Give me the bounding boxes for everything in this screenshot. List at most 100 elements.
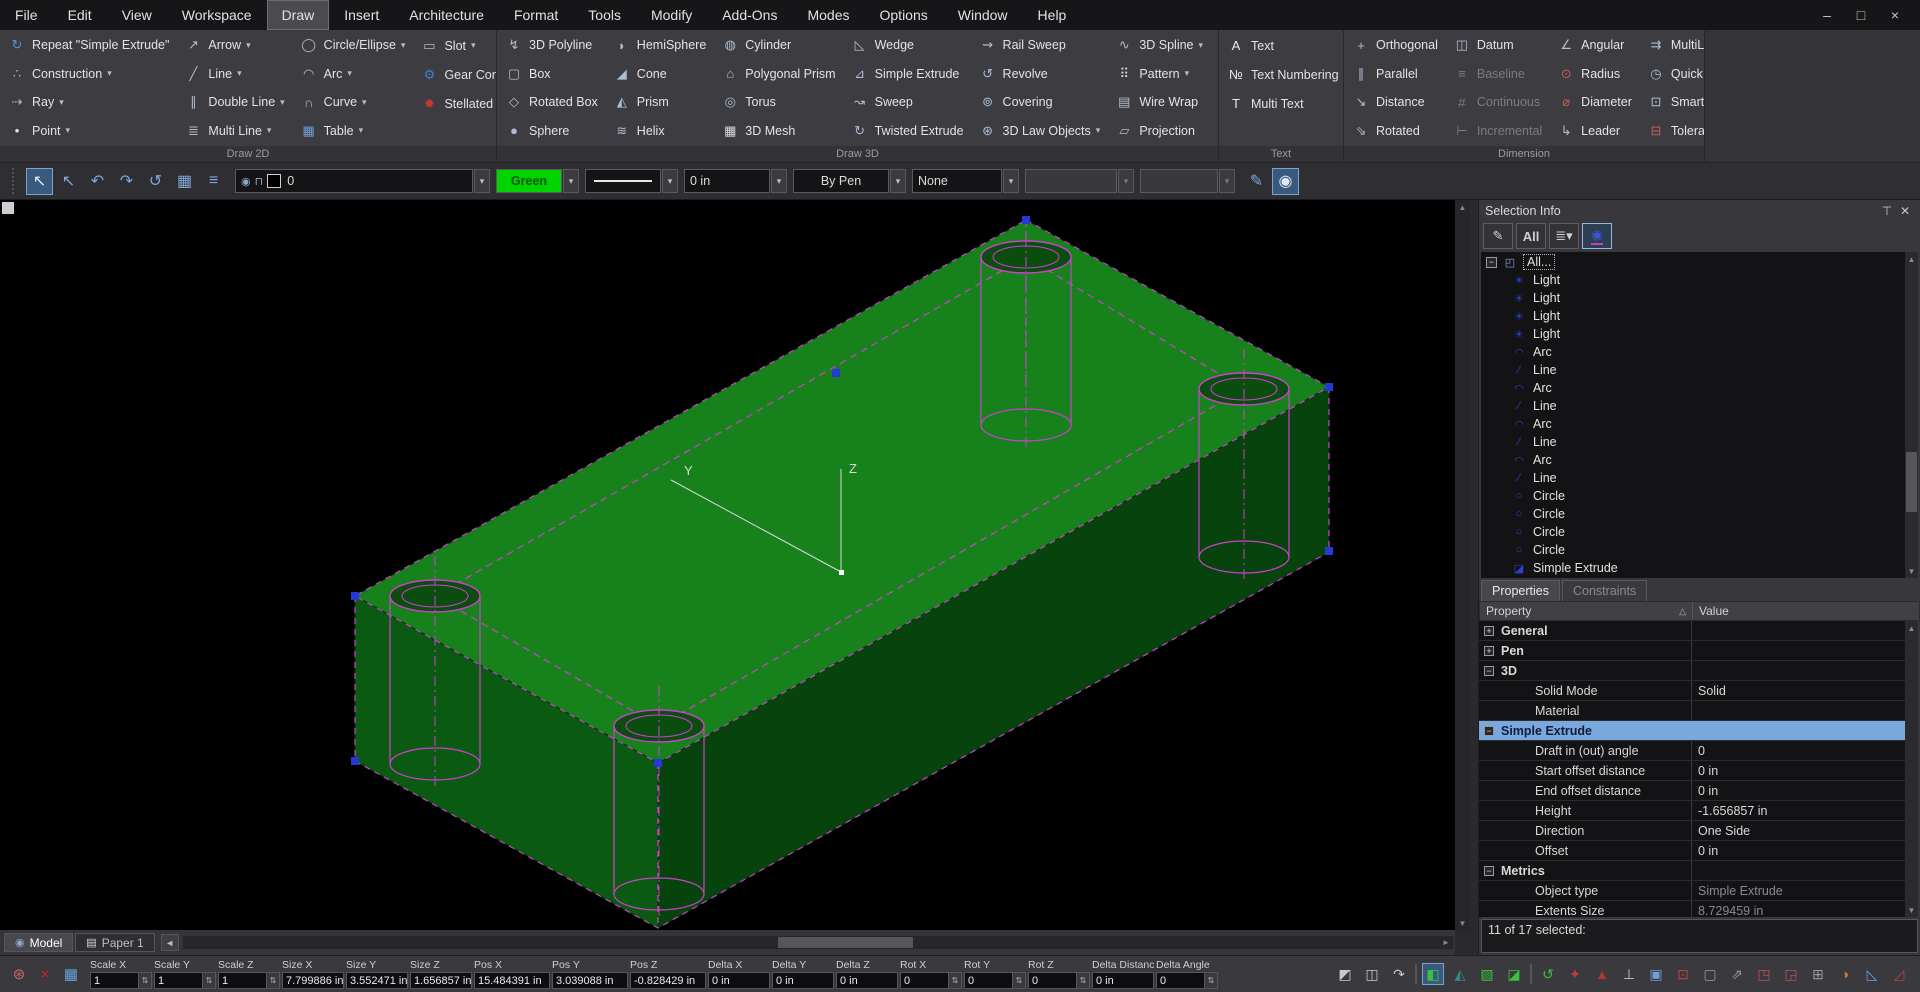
value-column-header[interactable]: Value <box>1692 602 1919 620</box>
ribbon-item-construction[interactable]: ∴ Construction ▾ <box>2 60 178 89</box>
tree-item-line[interactable]: − ∕ Line <box>1481 433 1918 451</box>
menu-tools[interactable]: Tools <box>573 0 636 30</box>
status-tool-transform-tool[interactable]: ⇗ <box>1726 963 1748 985</box>
line-style-combo-arrow[interactable]: ▾ <box>662 169 678 193</box>
status-field-input[interactable]: 0 in <box>836 972 898 989</box>
pattern-combo[interactable]: None <box>912 169 1002 193</box>
tree-item-simple-extrude[interactable]: − ◪ Simple Extrude <box>1481 559 1918 577</box>
tree-item-arc[interactable]: − ◠ Arc <box>1481 343 1918 361</box>
menu-window[interactable]: Window <box>943 0 1023 30</box>
status-tool-hidden-line-mode[interactable]: ▧ <box>1476 963 1498 985</box>
status-field-input[interactable]: -0.828429 in <box>630 972 706 989</box>
ribbon-item-smart[interactable]: ⊡ Smart ▾ <box>1641 88 1705 117</box>
tree-item-line[interactable]: − ∕ Line <box>1481 397 1918 415</box>
status-coordinate-table-icon[interactable]: ▦ <box>58 960 84 988</box>
ribbon-item-rail-sweep[interactable]: ⇝ Rail Sweep ▾ <box>973 31 1110 60</box>
ribbon-item-intersection[interactable]: ◉ Intersection ▾ <box>1212 31 1219 60</box>
ribbon-item-pattern[interactable]: ⠿ Pattern ▾ <box>1109 60 1212 89</box>
menu-view[interactable]: View <box>107 0 167 30</box>
status-tool-copy-up-tool[interactable]: ◳ <box>1753 963 1775 985</box>
menu-add-ons[interactable]: Add-Ons <box>707 0 792 30</box>
toolbar-select-tool[interactable]: ↖ <box>26 168 53 195</box>
ribbon-item-baseline[interactable]: ≡ Baseline ▾ <box>1447 60 1551 89</box>
menu-modes[interactable]: Modes <box>792 0 864 30</box>
ribbon-item-line[interactable]: ╱ Line ▾ <box>178 60 293 89</box>
panel-show-all-button[interactable]: All <box>1516 223 1546 249</box>
property-row-solid-mode[interactable]: Solid Mode Solid <box>1479 681 1918 701</box>
status-field-input[interactable]: 0 in <box>708 972 770 989</box>
canvas-vertical-scrollbar[interactable]: ▲ ▼ <box>1455 200 1470 930</box>
status-field-input[interactable]: 0 <box>1028 972 1090 989</box>
toolbar-redo-button[interactable]: ↷ <box>113 168 140 195</box>
panel-highlight-selection-button[interactable]: ◉ <box>1582 223 1612 249</box>
tree-item-circle[interactable]: − ○ Circle <box>1481 541 1918 559</box>
ribbon-item-diameter[interactable]: ⌀ Diameter ▾ <box>1551 88 1641 117</box>
menu-options[interactable]: Options <box>865 0 943 30</box>
group-expander-icon[interactable] <box>1484 626 1494 636</box>
status-tool-edit-frame-tool[interactable]: ▢ <box>1699 963 1721 985</box>
ribbon-item-torus[interactable]: ◎ Torus ▾ <box>715 88 844 117</box>
ribbon-item-circle-ellipse[interactable]: ◯ Circle/Ellipse ▾ <box>294 31 415 60</box>
tree-item-light[interactable]: − ☀ Light <box>1481 307 1918 325</box>
group-expander-icon[interactable] <box>1484 646 1494 656</box>
property-row-material[interactable]: Material <box>1479 701 1918 721</box>
status-field-input[interactable]: 0 <box>900 972 962 989</box>
property-row-start-offset-distance[interactable]: Start offset distance 0 in <box>1479 761 1918 781</box>
property-row-offset[interactable]: Offset 0 in <box>1479 841 1918 861</box>
status-field-input[interactable]: 0 in <box>772 972 834 989</box>
pattern-combo-arrow[interactable]: ▾ <box>1003 169 1019 193</box>
ribbon-item-point[interactable]: • Point ▾ <box>2 117 178 146</box>
tree-item-line[interactable]: − ∕ Line <box>1481 469 1918 487</box>
property-row-3d[interactable]: 3D <box>1479 661 1918 681</box>
tree-item-circle[interactable]: − ○ Circle <box>1481 523 1918 541</box>
property-row-direction[interactable]: Direction One Side <box>1479 821 1918 841</box>
status-tool-select-by-point-tool[interactable]: ⊡ <box>1672 963 1694 985</box>
property-row-general[interactable]: General <box>1479 621 1918 641</box>
tab-constraints[interactable]: Constraints <box>1562 580 1647 601</box>
ribbon-item-covering[interactable]: ⊚ Covering ▾ <box>973 88 1110 117</box>
selection-handle[interactable] <box>351 757 359 765</box>
toolbar-undo-button[interactable]: ↶ <box>84 168 111 195</box>
scroll-down-icon[interactable]: ▼ <box>1459 916 1467 930</box>
property-row-object-type[interactable]: Object type Simple Extrude <box>1479 881 1918 901</box>
status-field-input[interactable]: 0 <box>964 972 1026 989</box>
ribbon-item-repeat-simple-extrude[interactable]: ↻ Repeat "Simple Extrude" ▾ <box>2 31 178 60</box>
sheet-tab-paper-1[interactable]: ▤ Paper 1 <box>75 933 154 952</box>
layer-combo-arrow[interactable]: ▾ <box>474 169 490 193</box>
menu-architecture[interactable]: Architecture <box>394 0 499 30</box>
toolbar-layer-manager[interactable]: ≡ <box>200 168 227 195</box>
scroll-down-icon[interactable]: ▼ <box>1905 903 1918 917</box>
status-tool-copy-down-tool[interactable]: ◲ <box>1780 963 1802 985</box>
property-row-draft-in-out-angle[interactable]: Draft in (out) angle 0 <box>1479 741 1918 761</box>
property-row-height[interactable]: Height -1.656857 in <box>1479 801 1918 821</box>
selection-handle[interactable] <box>1325 383 1333 391</box>
color-combo[interactable]: Green <box>496 169 562 193</box>
selection-handle[interactable] <box>832 369 840 377</box>
status-tool-draft-angle-tool[interactable]: ◩ <box>1334 963 1356 985</box>
status-tool-no-frame-tool[interactable]: ◿ <box>1888 963 1910 985</box>
ribbon-item-3d-spline[interactable]: ∿ 3D Spline ▾ <box>1109 31 1212 60</box>
ribbon-item-3d-polyline[interactable]: ↯ 3D Polyline ▾ <box>499 31 607 60</box>
ribbon-item-wire-wrap[interactable]: ▤ Wire Wrap ▾ <box>1109 88 1212 117</box>
panel-edit-properties-button[interactable]: ✎ <box>1483 223 1513 249</box>
ribbon-item-quick[interactable]: ◷ Quick ▾ <box>1641 60 1705 89</box>
ribbon-item-projection[interactable]: ▱ Projection ▾ <box>1109 117 1212 146</box>
ribbon-item-multi-text[interactable]: T Multi Text ▾ <box>1221 89 1344 118</box>
tree-item-arc[interactable]: − ◠ Arc <box>1481 379 1918 397</box>
ribbon-item-slot[interactable]: ▭ Slot ▾ <box>414 31 497 60</box>
ribbon-item-3d-mesh[interactable]: ▦ 3D Mesh ▾ <box>715 117 844 146</box>
status-field-input[interactable]: 7.799886 in <box>282 972 344 989</box>
property-row-end-offset-distance[interactable]: End offset distance 0 in <box>1479 781 1918 801</box>
scroll-down-icon[interactable]: ▼ <box>1905 564 1918 578</box>
status-field-input[interactable]: 1.656857 in <box>410 972 472 989</box>
status-tool-facet-render-mode[interactable]: ◧ <box>1422 963 1444 985</box>
status-tool-wireframe-mode[interactable]: ◭ <box>1449 963 1471 985</box>
ribbon-item-sphere[interactable]: ● Sphere ▾ <box>499 117 607 146</box>
status-tool-corner-tool[interactable]: ◺ <box>1861 963 1883 985</box>
drawing-canvas[interactable]: Y Z <box>0 200 1455 930</box>
sheet-tab-model[interactable]: ◉ Model <box>4 933 73 952</box>
status-tool-flip-tool[interactable]: ◑ <box>1834 963 1856 985</box>
group-expander-icon[interactable] <box>1484 726 1494 736</box>
tree-item-line[interactable]: − ∕ Line <box>1481 361 1918 379</box>
tree-scrollbar[interactable]: ▲ ▼ <box>1905 252 1918 578</box>
